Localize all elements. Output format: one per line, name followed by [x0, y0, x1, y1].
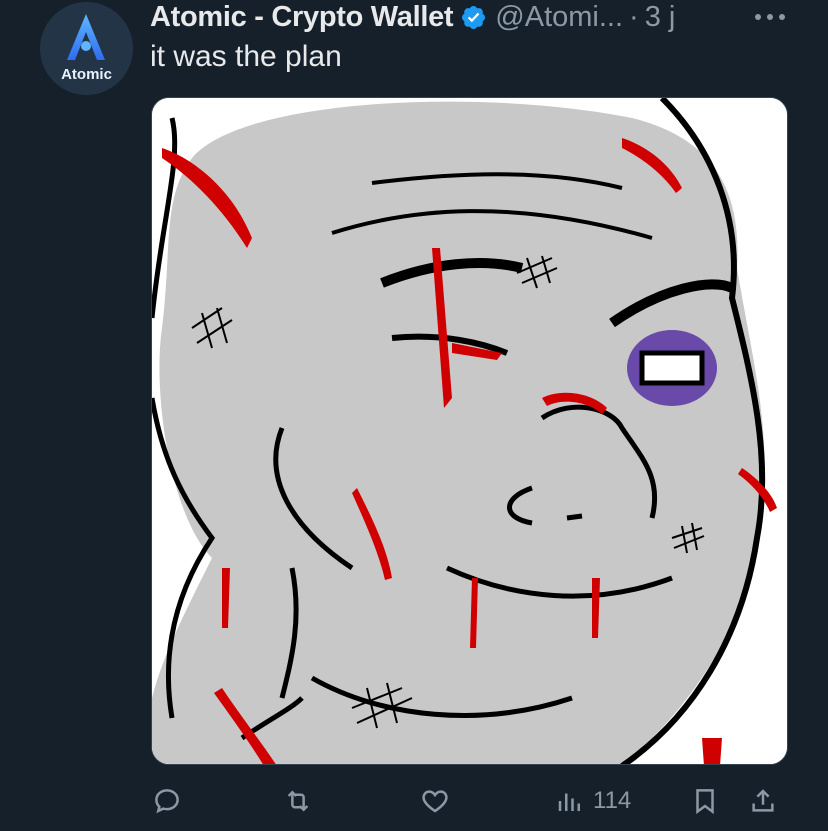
share-icon [752, 789, 774, 812]
tweet-text: it was the plan [150, 40, 342, 73]
tweet-media[interactable] [151, 97, 788, 765]
like-button[interactable] [420, 775, 450, 827]
more-icon[interactable] [752, 10, 788, 24]
bookmark-icon [696, 789, 714, 815]
avatar[interactable]: Atomic [40, 2, 133, 95]
views-count: 114 [593, 787, 632, 814]
views-icon [558, 793, 580, 811]
avatar-label: Atomic [61, 66, 112, 83]
display-name[interactable]: Atomic - Crypto Wallet [150, 1, 454, 34]
meme-image [152, 98, 787, 764]
separator: · [629, 0, 639, 33]
reply-icon [155, 789, 179, 814]
reply-button[interactable] [152, 775, 182, 827]
views-button[interactable]: 114 [555, 775, 631, 827]
handle[interactable]: @Atomi... [495, 1, 623, 34]
tweet-header: Atomic - Crypto Wallet @Atomi... · 3 j [150, 0, 675, 34]
retweet-button[interactable] [283, 775, 313, 827]
action-bar: 114 [0, 775, 828, 827]
retweet-icon [287, 790, 309, 812]
timestamp[interactable]: 3 j [645, 1, 676, 34]
verified-badge-icon [462, 5, 486, 29]
bookmark-button[interactable] [690, 775, 720, 827]
heart-icon [422, 790, 448, 813]
share-button[interactable] [748, 775, 778, 827]
